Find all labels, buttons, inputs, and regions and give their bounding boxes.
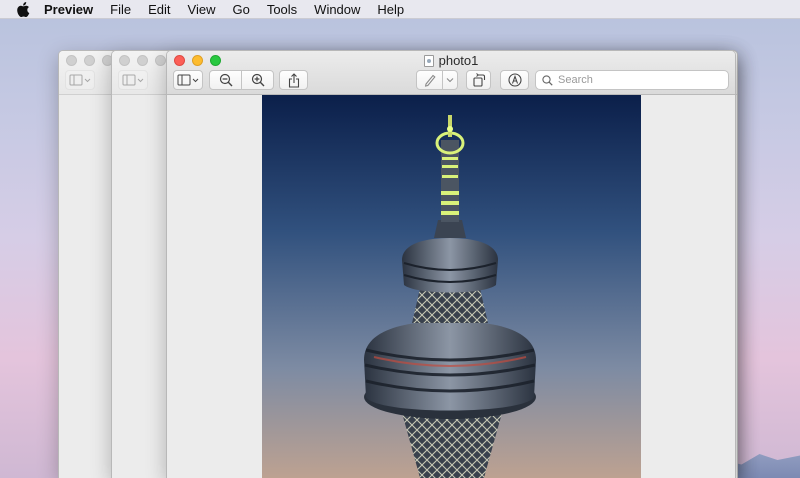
menu-edit[interactable]: Edit [148,0,170,19]
sidebar-toggle-icon [122,74,144,86]
rotate-icon [472,73,485,87]
chevron-down-icon [446,78,454,83]
sidebar-toggle-icon [69,74,91,86]
zoom-out-button[interactable] [209,70,242,90]
menu-help[interactable]: Help [377,0,404,19]
close-button[interactable] [119,55,130,66]
zoom-button[interactable] [155,55,166,66]
search-field[interactable] [535,70,729,90]
zoom-in-icon [251,73,264,87]
preview-window[interactable]: photo1 [166,50,736,478]
close-button[interactable] [66,55,77,66]
sidebar-toggle-button[interactable] [118,70,148,90]
document-area [167,95,735,478]
zoom-in-button[interactable] [241,70,274,90]
sidebar-toggle-button[interactable] [65,70,95,90]
image-document-icon[interactable] [423,54,434,67]
share-button[interactable] [279,70,308,90]
menu-file[interactable]: File [110,0,131,19]
menu-tools[interactable]: Tools [267,0,297,19]
menu-go[interactable]: Go [232,0,249,19]
menu-view[interactable]: View [188,0,216,19]
window-title-group: photo1 [167,53,735,68]
markup-pen-dropdown[interactable] [442,70,458,90]
search-icon [542,74,553,86]
share-icon [288,72,299,88]
window-controls [119,55,166,66]
pen-icon [424,74,436,87]
menu-app-preview[interactable]: Preview [44,0,93,19]
menu-window[interactable]: Window [314,0,360,19]
sidebar-toggle-button[interactable] [173,70,203,90]
minimize-button[interactable] [84,55,95,66]
zoom-out-icon [219,73,232,87]
window-title[interactable]: photo1 [439,53,479,68]
search-input[interactable] [558,74,718,86]
markup-pen-button[interactable] [416,70,443,90]
menu-bar: Preview File Edit View Go Tools Window H… [0,0,800,19]
markup-toolbar-button[interactable] [500,70,529,90]
sidebar-toggle-icon [177,74,199,86]
rotate-button[interactable] [466,70,491,90]
tower-photo-image [262,95,641,478]
markup-icon [507,73,522,87]
apple-logo-icon[interactable] [16,1,30,17]
window-titlebar[interactable]: photo1 [167,51,735,95]
minimize-button[interactable] [137,55,148,66]
document-image[interactable] [262,95,641,478]
window-controls [66,55,113,66]
